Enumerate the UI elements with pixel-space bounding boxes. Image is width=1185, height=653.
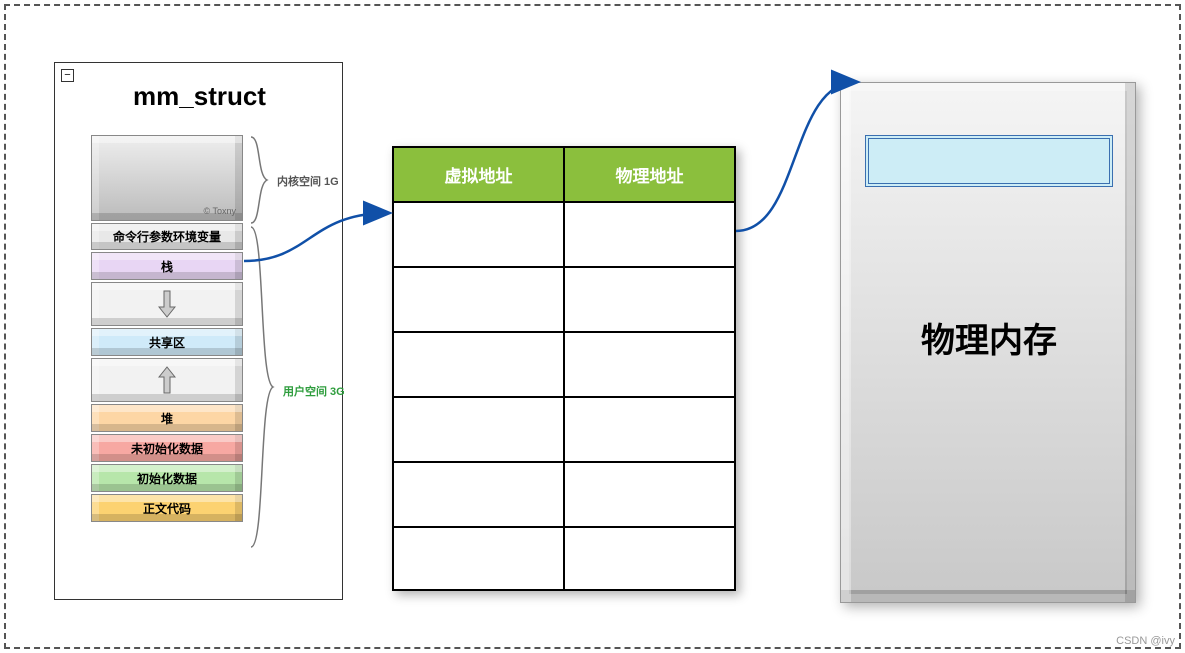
table-row [394, 396, 734, 461]
kernel-brace-label: 内核空间 1G [277, 173, 339, 189]
table-row [394, 526, 734, 591]
stack-block: 栈 [91, 252, 243, 280]
heap-grow-up-block [91, 358, 243, 402]
stack-grow-down-block [91, 282, 243, 326]
table-cell [565, 333, 734, 396]
table-cell [565, 398, 734, 461]
header-virtual-address: 虚拟地址 [394, 148, 565, 201]
brace-kernel-icon [247, 135, 275, 225]
table-row [394, 201, 734, 266]
user-brace-label: 用户空间 3G [283, 383, 345, 399]
physical-page-frame [865, 135, 1113, 187]
page-table-body [394, 201, 734, 591]
page-table: 虚拟地址 物理地址 [392, 146, 736, 591]
init-data-block: 初始化数据 [91, 464, 243, 492]
kernel-space-block: © Toxny [91, 135, 243, 221]
table-cell [394, 203, 565, 266]
table-cell [565, 203, 734, 266]
table-cell [394, 528, 565, 591]
table-cell [394, 268, 565, 331]
mm-struct-panel: − mm_struct © Toxny 命令行参数环境变量 栈 共享区 堆 未初… [54, 62, 343, 600]
table-cell [394, 463, 565, 526]
page-table-header: 虚拟地址 物理地址 [394, 148, 734, 201]
table-cell [565, 463, 734, 526]
shared-block: 共享区 [91, 328, 243, 356]
physical-memory-panel: 物理内存 [840, 82, 1136, 603]
uninit-data-block: 未初始化数据 [91, 434, 243, 462]
cmdline-env-block: 命令行参数环境变量 [91, 223, 243, 250]
header-physical-address: 物理地址 [565, 148, 734, 201]
table-row [394, 266, 734, 331]
table-cell [565, 268, 734, 331]
footer-watermark: CSDN @ivy [1116, 635, 1175, 647]
physical-memory-title: 物理内存 [841, 313, 1137, 362]
arrow-up-icon [158, 365, 176, 395]
heap-block: 堆 [91, 404, 243, 432]
memory-layout-stack: © Toxny 命令行参数环境变量 栈 共享区 堆 未初始化数据 初始化数据 正… [91, 135, 243, 524]
table-cell [565, 528, 734, 591]
table-row [394, 461, 734, 526]
table-cell [394, 398, 565, 461]
table-cell [394, 333, 565, 396]
table-row [394, 331, 734, 396]
arrow-down-icon [158, 289, 176, 319]
text-code-block: 正文代码 [91, 494, 243, 522]
mm-struct-title: mm_struct [55, 81, 344, 112]
image-watermark: © Toxny [204, 206, 236, 216]
brace-user-icon [247, 225, 279, 549]
